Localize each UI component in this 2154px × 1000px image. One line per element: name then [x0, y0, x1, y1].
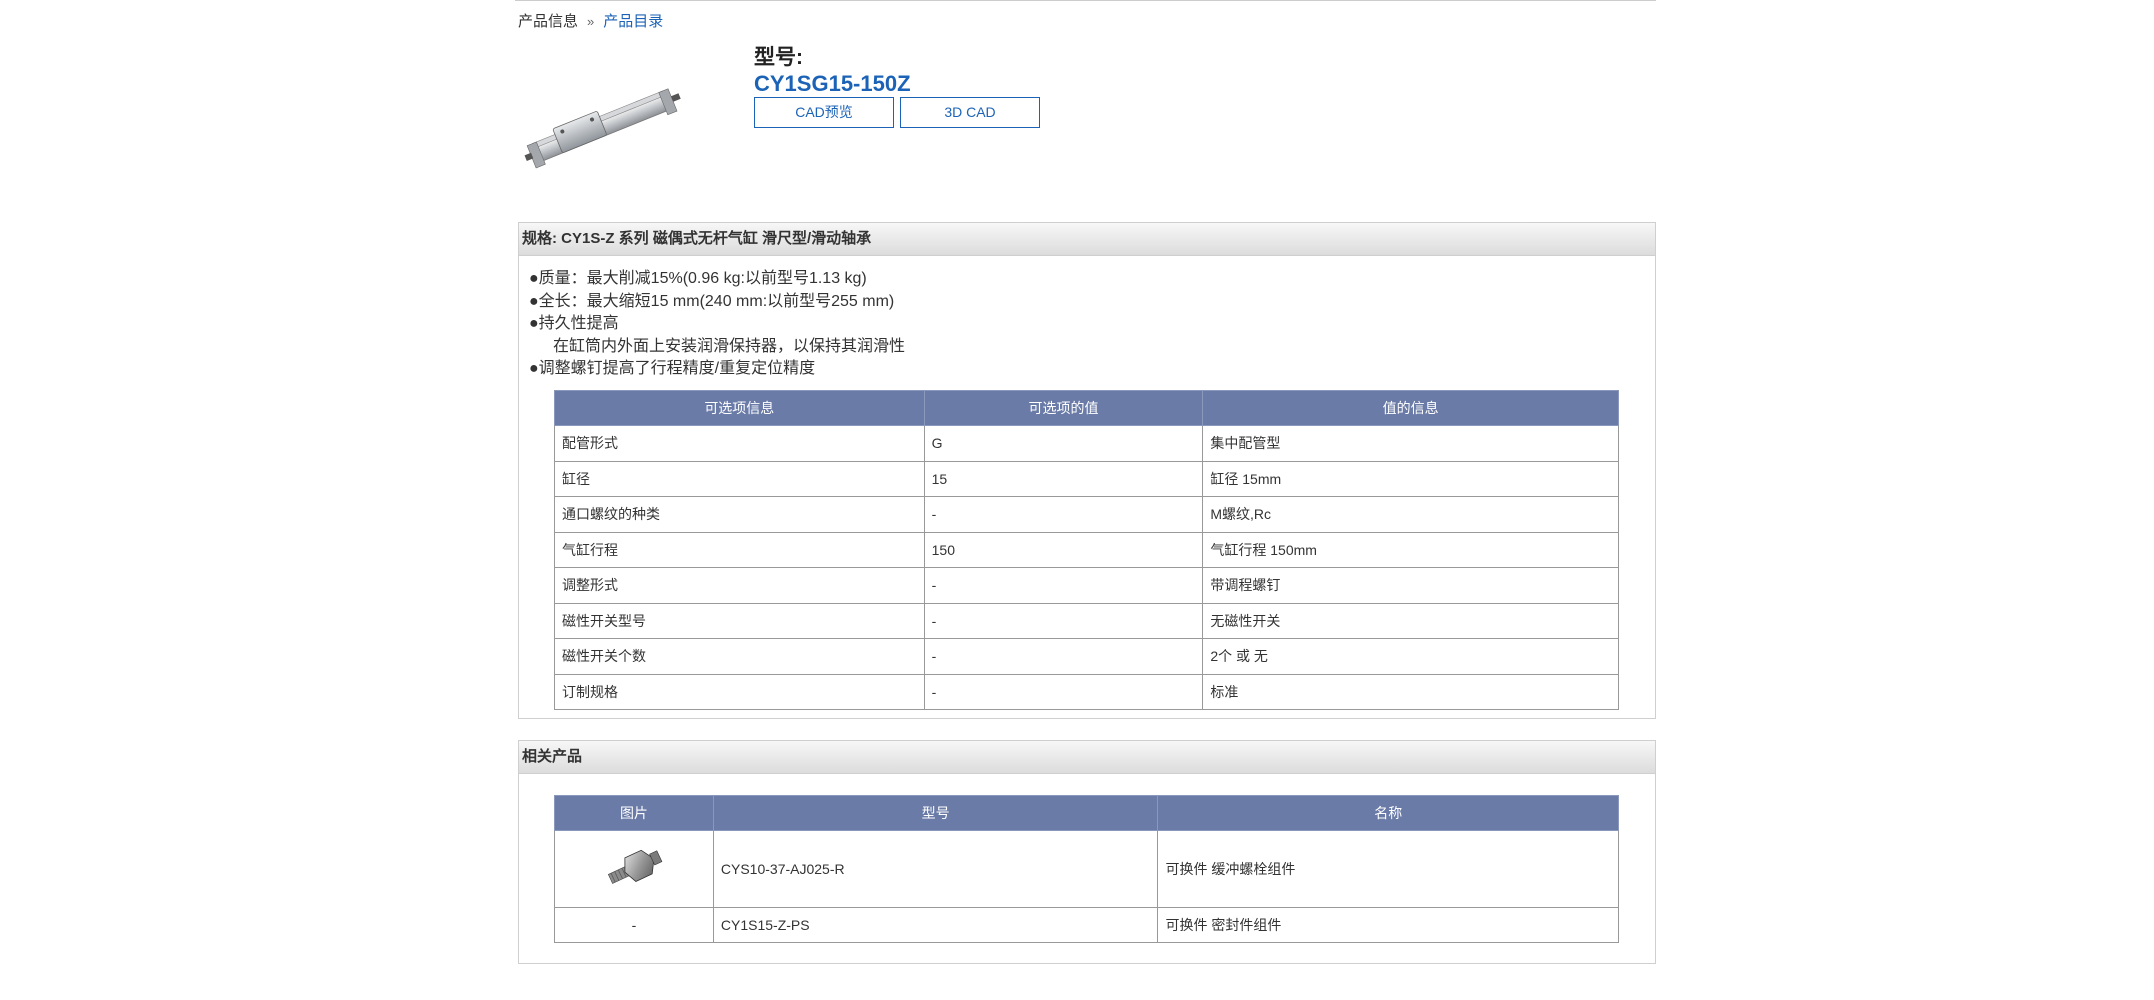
column-header: 型号	[712, 795, 1159, 831]
option-name: 磁性开关个数	[554, 638, 925, 675]
table-row: 磁性开关个数 - 2个 或 无	[554, 638, 1619, 675]
option-info: 气缸行程 150mm	[1202, 531, 1619, 568]
model-number: CY1SG15-150Z	[754, 71, 911, 96]
column-header: 名称	[1157, 795, 1619, 831]
feature-item: ●全长：最大缩短15 mm(240 mm:以前型号255 mm)	[529, 292, 895, 310]
spec-panel-header: 规格: CY1S-Z 系列 磁偶式无杆气缸 滑尺型/滑动轴承	[519, 223, 1655, 256]
option-value: -	[923, 567, 1204, 604]
related-products-table: 图片 型号 名称 CYS10-37-AJ025-R 可换件 缓冲螺栓组件 - C…	[554, 795, 1619, 943]
spec-panel: 规格: CY1S-Z 系列 磁偶式无杆气缸 滑尺型/滑动轴承 ●质量：最大削减1…	[518, 222, 1656, 719]
related-image-cell	[554, 830, 714, 908]
table-row: 配管形式 G 集中配管型	[554, 425, 1619, 462]
option-info: 带调程螺钉	[1202, 567, 1619, 604]
table-row: - CY1S15-Z-PS 可换件 密封件组件	[554, 907, 1619, 943]
table-header-row: 可选项信息 可选项的值 值的信息	[554, 390, 1619, 426]
options-table: 可选项信息 可选项的值 值的信息 配管形式 G 集中配管型 缸径 15 缸径 1…	[554, 390, 1619, 710]
option-name: 订制规格	[554, 673, 925, 710]
table-row: 通口螺纹的种类 - M螺纹,Rc	[554, 496, 1619, 533]
option-value: 15	[923, 460, 1204, 497]
model-label: 型号:	[754, 46, 803, 69]
column-header: 图片	[554, 795, 714, 831]
option-value: G	[923, 425, 1204, 462]
related-model-cell: CYS10-37-AJ025-R	[712, 830, 1159, 908]
feature-item-detail: 在缸筒内外面上安装润滑保持器，以保持其润滑性	[553, 337, 906, 355]
option-info: 无磁性开关	[1202, 602, 1619, 639]
breadcrumb-separator: »	[587, 14, 595, 29]
table-row: 调整形式 - 带调程螺钉	[554, 567, 1619, 604]
column-header: 值的信息	[1202, 390, 1619, 426]
option-info: 缸径 15mm	[1202, 460, 1619, 497]
option-info: 标准	[1202, 673, 1619, 710]
breadcrumb: 产品信息 » 产品目录	[518, 12, 663, 32]
page: 产品信息 » 产品目录 型号: CY1SG15-150Z CAD预览 3D CAD	[0, 0, 2154, 1000]
related-name-cell: 可换件 缓冲螺栓组件	[1157, 830, 1619, 908]
3d-cad-button[interactable]: 3D CAD	[900, 97, 1040, 128]
table-row: 磁性开关型号 - 无磁性开关	[554, 602, 1619, 639]
option-name: 配管形式	[554, 425, 925, 462]
related-name-cell: 可换件 密封件组件	[1157, 907, 1619, 943]
cad-preview-button[interactable]: CAD预览	[754, 97, 894, 128]
column-header: 可选项的值	[923, 390, 1204, 426]
bolt-part-image[interactable]	[602, 843, 666, 893]
related-image-cell: -	[554, 907, 714, 943]
option-info: 集中配管型	[1202, 425, 1619, 462]
column-header: 可选项信息	[554, 390, 925, 426]
option-value: -	[923, 673, 1204, 710]
product-image	[524, 88, 681, 169]
related-model-link[interactable]: CY1S15-Z-PS	[721, 917, 810, 933]
option-name: 气缸行程	[554, 531, 925, 568]
table-row: CYS10-37-AJ025-R 可换件 缓冲螺栓组件	[554, 830, 1619, 908]
table-row: 订制规格 - 标准	[554, 673, 1619, 710]
option-info: M螺纹,Rc	[1202, 496, 1619, 533]
top-divider	[515, 0, 1656, 1]
table-row: 气缸行程 150 气缸行程 150mm	[554, 531, 1619, 568]
feature-item: ●质量：最大削减15%(0.96 kg:以前型号1.13 kg)	[529, 270, 867, 287]
breadcrumb-product-catalog[interactable]: 产品目录	[603, 13, 663, 30]
option-value: 150	[923, 531, 1204, 568]
related-panel-header: 相关产品	[519, 741, 1655, 774]
option-name: 缸径	[554, 460, 925, 497]
related-products-panel: 相关产品 图片 型号 名称 CYS10-37-AJ025-R 可换件 缓冲螺栓组…	[518, 740, 1656, 964]
feature-item: ●调整螺钉提高了行程精度/重复定位精度	[529, 360, 816, 377]
option-name: 磁性开关型号	[554, 602, 925, 639]
option-name: 调整形式	[554, 567, 925, 604]
feature-list: ●质量：最大削减15%(0.96 kg:以前型号1.13 kg) ●全长：最大缩…	[529, 268, 905, 381]
option-value: -	[923, 638, 1204, 675]
related-model-link[interactable]: CYS10-37-AJ025-R	[721, 861, 845, 877]
option-value: -	[923, 602, 1204, 639]
option-info: 2个 或 无	[1202, 638, 1619, 675]
breadcrumb-product-info[interactable]: 产品信息	[518, 13, 578, 30]
option-value: -	[923, 496, 1204, 533]
option-name: 通口螺纹的种类	[554, 496, 925, 533]
table-header-row: 图片 型号 名称	[554, 795, 1619, 831]
related-model-cell: CY1S15-Z-PS	[712, 907, 1159, 943]
feature-item: ●持久性提高	[529, 315, 619, 332]
table-row: 缸径 15 缸径 15mm	[554, 460, 1619, 497]
